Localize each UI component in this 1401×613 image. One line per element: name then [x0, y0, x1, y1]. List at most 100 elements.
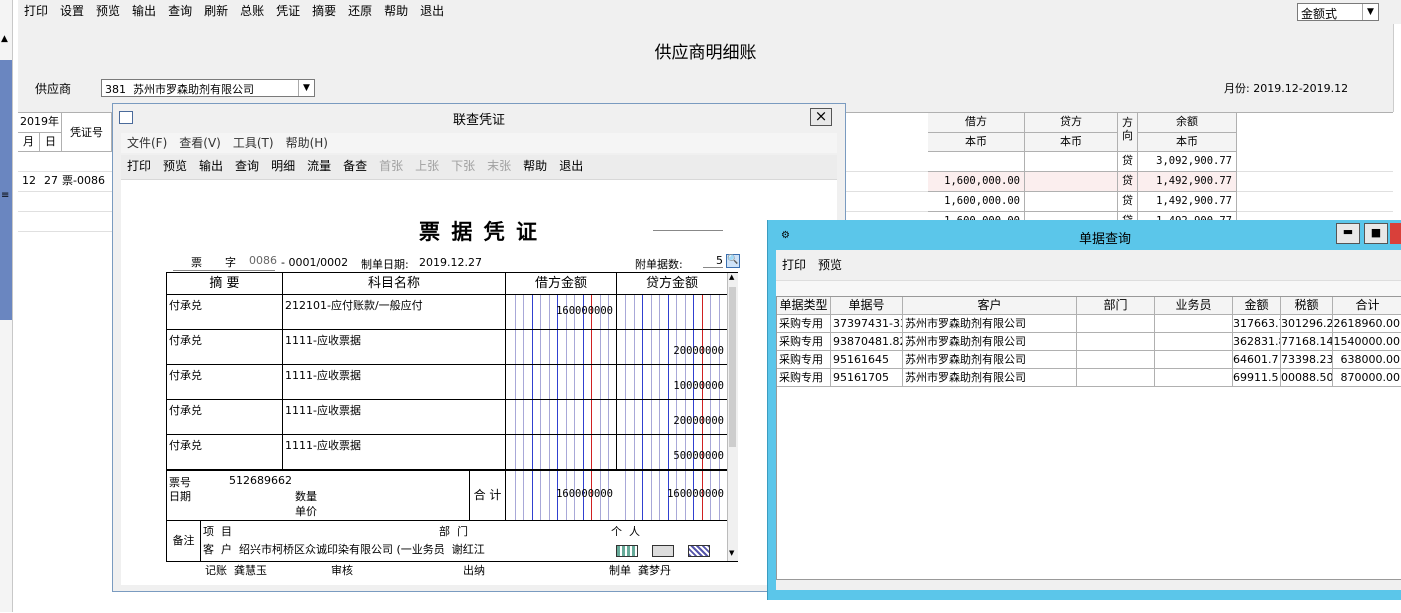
column-header[interactable]: 税额 — [1281, 297, 1333, 315]
column-header[interactable]: 部门 — [1077, 297, 1155, 315]
scroll-up-icon[interactable]: ▲ — [729, 273, 734, 281]
voucher-paper: 票 据 凭 证 票 字 0086 - 0001/0002 制单日期: 2019.… — [121, 180, 837, 585]
table-cell: 317663.7 — [1233, 315, 1281, 333]
voucher-number: 0086 — [249, 254, 277, 267]
toolbar-button[interactable]: 设置 — [54, 0, 90, 22]
format-select-value: 金额式 — [1301, 7, 1338, 21]
reviewer: 审核 — [331, 564, 353, 577]
toolbar-button[interactable]: 退出 — [414, 0, 450, 22]
toolbar-button[interactable]: 刷新 — [198, 0, 234, 22]
search-icon[interactable]: 🔍 — [726, 254, 740, 268]
entry-summary[interactable]: 付承兑 — [167, 365, 283, 400]
total-debit: 160000000 — [556, 488, 613, 500]
column-header[interactable]: 客户 — [903, 297, 1077, 315]
toolbar-button[interactable]: 凭证 — [270, 0, 306, 22]
entry-account[interactable]: 1111-应收票据 — [283, 400, 506, 435]
docquery-window: ⚙ 单据查询 ▬ ■ 打印 预览 单据类型 单据号 客户 部门 业务员 金额 税额 合计 采购专用… — [767, 220, 1401, 600]
entry-summary[interactable]: 付承兑 — [167, 330, 283, 365]
card-icon[interactable] — [616, 545, 638, 557]
table-cell: 00088.50 — [1281, 369, 1333, 387]
toolbar-button[interactable]: 打印 — [776, 254, 812, 276]
page-title: 供应商明细账 — [654, 43, 757, 63]
voucher-type-char: 票 — [191, 256, 202, 269]
toolbar-button[interactable]: 输出 — [126, 0, 162, 22]
toolbar-button[interactable]: 打印 — [121, 155, 157, 177]
collapse-arrow-icon[interactable]: ▲ — [1, 34, 8, 44]
toolbar-button[interactable]: 帮助 — [517, 155, 553, 177]
menu-handle-icon[interactable]: ≡ — [1, 190, 9, 201]
supplier-select[interactable]: 381 苏州市罗森助剂有限公司 ▼ — [101, 79, 315, 97]
ledger-balance: 1,492,900.77 — [1138, 192, 1237, 212]
close-icon[interactable]: × — [810, 108, 832, 126]
minimize-icon[interactable]: ▬ — [1336, 223, 1360, 244]
docquery-titlebar[interactable]: ⚙ 单据查询 ▬ ■ — [768, 220, 1401, 250]
toolbar-button[interactable]: 查询 — [162, 0, 198, 22]
toolbar-button[interactable]: 退出 — [553, 155, 589, 177]
entry-account[interactable]: 212101-应付账款/一般应付 — [283, 295, 506, 330]
menu-item[interactable]: 帮助(H) — [280, 133, 334, 153]
menu-item[interactable]: 查看(V) — [173, 133, 227, 153]
attach-value[interactable]: 5 — [703, 254, 723, 268]
docquery-body: 打印 预览 单据类型 单据号 客户 部门 业务员 金额 税额 合计 采购专用 37397431-33… — [776, 250, 1401, 590]
toolbar-button[interactable]: 明细 — [265, 155, 301, 177]
column-header[interactable]: 合计 — [1333, 297, 1401, 315]
column-header[interactable]: 业务员 — [1155, 297, 1233, 315]
scroll-thumb[interactable] — [729, 287, 736, 447]
toolbar-button[interactable]: 预览 — [812, 254, 848, 276]
ledger-debit: 1,600,000.00 — [928, 172, 1025, 192]
table-cell — [1155, 369, 1233, 387]
ledger-debit: 1,600,000.00 — [928, 192, 1025, 212]
table-cell: 362831.8 — [1233, 333, 1281, 351]
toolbar-button[interactable]: 总账 — [234, 0, 270, 22]
toolbar-button[interactable]: 帮助 — [378, 0, 414, 22]
entry-account[interactable]: 1111-应收票据 — [283, 330, 506, 365]
toolbar-button[interactable]: 预览 — [157, 155, 193, 177]
table-cell — [1077, 333, 1155, 351]
customer-line: 客 户 绍兴市柯桥区众诚印染有限公司 (一业务员 谢红江 — [203, 543, 485, 556]
direction-header: 方向 — [1118, 113, 1138, 152]
toolbar-button[interactable]: 打印 — [18, 0, 54, 22]
card-icon[interactable] — [688, 545, 710, 557]
chevron-down-icon[interactable]: ▼ — [298, 80, 314, 96]
balance-currency: 本币 — [1138, 133, 1237, 152]
toolbar-button[interactable]: 输出 — [193, 155, 229, 177]
voucher-type[interactable]: 票 字 0086 — [173, 254, 277, 271]
ledger-direction: 贷 — [1118, 172, 1138, 192]
chevron-down-icon[interactable]: ▼ — [1362, 4, 1378, 20]
ticket-value: 512689662 — [229, 474, 292, 487]
report-header: 供应商明细账 供应商 381 苏州市罗森助剂有限公司 ▼ 月份: 2019.12… — [18, 24, 1393, 112]
toolbar-button[interactable]: 摘要 — [306, 0, 342, 22]
voucher-window: 联查凭证 × 文件(F) 查看(V) 工具(T) 帮助(H) 打印 预览 输出 查询 明细 流量… — [112, 103, 846, 592]
close-icon[interactable] — [1390, 223, 1401, 244]
table-cell: 1540000.00 — [1333, 333, 1401, 351]
toolbar-button[interactable]: 查询 — [229, 155, 265, 177]
voucher-titlebar[interactable]: 联查凭证 × — [113, 104, 845, 131]
entry-summary[interactable]: 付承兑 — [167, 435, 283, 470]
menu-item[interactable]: 工具(T) — [227, 133, 280, 153]
toolbar-button[interactable]: 还原 — [342, 0, 378, 22]
voucher-header: 凭证号 — [62, 113, 112, 152]
column-header[interactable]: 金额 — [1233, 297, 1281, 315]
table-cell: 301296.28 — [1281, 315, 1333, 333]
menu-item[interactable]: 文件(F) — [121, 133, 173, 153]
column-header[interactable]: 单据类型 — [777, 297, 831, 315]
toolbar-button[interactable]: 预览 — [90, 0, 126, 22]
title-underline — [653, 230, 723, 231]
entry-summary[interactable]: 付承兑 — [167, 295, 283, 330]
toolbar-button[interactable]: 流量 — [301, 155, 337, 177]
ledger-balance: 3,092,900.77 — [1138, 152, 1237, 172]
toolbar-button[interactable]: 备查 — [337, 155, 373, 177]
table-cell: 苏州市罗森助剂有限公司 — [903, 333, 1077, 351]
format-select[interactable]: 金额式 ▼ — [1297, 3, 1379, 21]
entry-account[interactable]: 1111-应收票据 — [283, 435, 506, 470]
card-icon[interactable] — [652, 545, 674, 557]
date-value: 2019.12.27 — [419, 256, 482, 269]
entry-summary[interactable]: 付承兑 — [167, 400, 283, 435]
scroll-down-icon[interactable]: ▼ — [729, 549, 734, 557]
entries-scrollbar[interactable]: ▲ ▼ — [727, 273, 738, 561]
maximize-icon[interactable]: ■ — [1364, 223, 1388, 244]
entry-account[interactable]: 1111-应收票据 — [283, 365, 506, 400]
qty-label: 数量 — [295, 490, 317, 503]
column-header[interactable]: 单据号 — [831, 297, 903, 315]
debit-header: 借方金额 — [506, 273, 617, 295]
